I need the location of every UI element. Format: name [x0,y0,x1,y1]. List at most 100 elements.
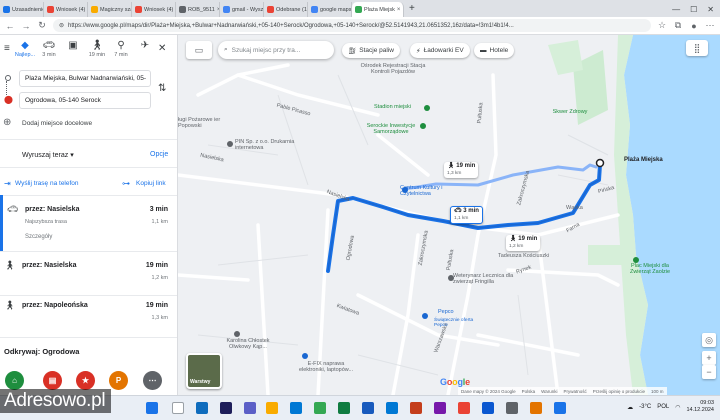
close-window-icon[interactable]: ✕ [707,5,714,14]
map-search-box[interactable]: ⌕ Szukaj miejsc przy tra... [218,41,334,59]
browser-tab[interactable]: Wniosek (4)× [132,2,176,17]
task-view-icon[interactable] [196,402,208,414]
explore-more-icon[interactable]: ⋯ [143,371,162,390]
poi-label[interactable]: PIN Sp. z o.o. Drukarnia internetowa [235,139,295,151]
explore-restaurants-icon[interactable]: ⌂ [5,371,24,390]
outlook-icon[interactable] [386,402,398,414]
depart-now-dropdown[interactable]: Wyruszaj teraz ▾ [22,151,74,159]
start-icon[interactable] [146,402,158,414]
new-tab-icon[interactable]: + [404,3,420,14]
poi-label[interactable]: Świątecznie oferta Pepco [434,318,474,328]
poi-label[interactable]: Ośrodek Rejestracji Stacja Kontroli Poja… [358,63,428,75]
minimize-icon[interactable]: — [672,5,680,14]
poi-label[interactable]: ługi Pożarowe ier Popowski [178,117,226,129]
poi-pin-icon[interactable] [302,353,308,359]
mode-car[interactable]: 🚗︎ 3 min [38,40,60,58]
options-link[interactable]: Opcje [150,151,168,158]
url-bar[interactable]: ⊜ https://www.google.pl/maps/dir/Plaża+M… [53,19,651,32]
eta-walk-callout[interactable]: 🚶︎ 19 min 1,3 km [444,162,479,178]
chip-gas-stations[interactable]: ⛽︎ Stacje paliw [342,43,400,58]
poi-label[interactable]: Plac Miejski dla Zwierząt Zaolzie [620,263,680,275]
mode-best[interactable]: ◆ Najlep... [14,40,36,58]
poi-label[interactable]: E-FIX naprawa elektroniki, laptopów... [296,361,356,373]
scale-label[interactable]: 100 m [651,389,664,394]
app-icon[interactable] [506,402,518,414]
wifi-icon[interactable]: ◠ [675,404,680,411]
chip-hotels[interactable]: ▬ Hotele [474,43,515,58]
shopping-bag-icon[interactable] [422,313,428,319]
copy-link[interactable]: Kopiuj link [136,180,166,187]
star-icon[interactable]: ☆ [657,20,667,31]
hamburger-menu-icon[interactable]: ≡ [4,43,10,54]
layers-button[interactable]: Warstwy [186,353,222,389]
route-option-3[interactable]: 🚶︎ przez: Napoleońska 19 min 1,3 km [0,295,177,339]
eta-car-callout[interactable]: 🚗︎ 3 min 1,1 km [450,206,483,224]
menu-icon[interactable]: ⋯ [705,20,715,31]
route-option-1[interactable]: 🚗︎ przez: Nasielska 3 min Najszybsza tra… [0,195,177,251]
profile-icon[interactable]: ● [689,21,699,31]
footer-country[interactable]: Polska [522,389,536,394]
origin-place-label[interactable]: Plaża Miejska [624,157,663,163]
browser-tab[interactable]: google maps× [308,2,352,17]
chip-ev-chargers[interactable]: ⚡︎ Ładowarki EV [410,43,470,58]
mode-walk[interactable]: 🚶︎ 19 min [86,40,108,58]
poi-label[interactable]: Stadion miejski [374,104,411,110]
app-icon[interactable] [530,402,542,414]
send-to-phone-link[interactable]: Wyślij trasę na telefon [15,180,79,187]
poi-pin-icon[interactable] [234,331,240,337]
explore-attractions-icon[interactable]: ★ [76,371,95,390]
add-stop-label[interactable]: Dodaj miejsce docelowe [22,120,92,127]
poi-label[interactable]: Centrum Kultury i Czytelnictwa [400,185,460,197]
mode-bike[interactable]: ⚲ 7 min [110,40,132,58]
chrome-icon[interactable] [314,402,326,414]
poi-label[interactable]: Serockie Inwestycje Samorządowe [356,123,426,135]
back-icon[interactable]: ← [5,21,15,31]
mode-plane[interactable]: ✈ [134,40,156,52]
swap-icon[interactable]: ⇅ [158,83,166,94]
footer-privacy[interactable]: Prywatność [563,389,586,394]
file-explorer-icon[interactable] [266,402,278,414]
poi-label[interactable]: Pepco [438,309,454,315]
browser-tab[interactable]: ROB_9511 × [176,2,220,17]
poi-label[interactable]: Skwer Zdrowy [550,109,590,115]
zoom-in-button[interactable]: + [702,351,716,365]
clock[interactable]: 09:03 14.12.2024 [686,400,714,414]
excel-icon[interactable] [338,402,350,414]
poi-label[interactable]: Weterynarz Lecznica dla zwierząt Fringil… [453,273,523,285]
destination-input[interactable]: Ogrodowa, 05-140 Serock [19,92,151,109]
origin-input[interactable]: Plaża Miejska, Bulwar Nadnarwiański, 05- [19,70,151,87]
tab-close-icon[interactable]: × [397,7,401,13]
route-option-2[interactable]: 🚶︎ przez: Nasielska 19 min 1,2 km [0,251,177,295]
explore-hotels-icon[interactable]: ▤ [43,371,62,390]
site-info-icon[interactable]: ⊜ [59,22,64,29]
word-icon[interactable] [362,402,374,414]
language-indicator[interactable]: POL [657,404,669,410]
powerpoint-icon[interactable] [410,402,422,414]
map-canvas[interactable]: ▭ ⌕ Szukaj miejsc przy tra... ⛽︎ Stacje p… [178,35,720,395]
my-location-icon[interactable]: ◎ [702,333,716,347]
add-stop-icon[interactable]: ⊕ [3,117,11,128]
browser-tab[interactable]: Wniosek (4)× [44,2,88,17]
browser-tab[interactable]: Uzasadnienie× [0,2,44,17]
footer-terms[interactable]: Warunki [541,389,557,394]
eta-walk-callout-2[interactable]: 🚶︎ 19 min 1,2 km [506,235,541,251]
reload-icon[interactable]: ↻ [37,20,47,31]
explore-parking-icon[interactable]: P [109,371,128,390]
browser-tab[interactable]: gmail - Wyszuk× [220,2,264,17]
browser-tab[interactable]: Magiczny szal× [88,2,132,17]
forward-icon[interactable]: → [21,21,31,31]
poi-label[interactable]: Karolina Chłostek Olwkowy Kąp... [218,338,278,350]
extensions-icon[interactable]: ⧉ [673,20,683,31]
weather-icon[interactable]: ☁ [627,404,633,411]
pdf-icon[interactable] [458,402,470,414]
collapse-panel-icon[interactable]: ▭ [186,41,212,59]
maximize-icon[interactable]: ☐ [690,5,697,14]
teams-icon[interactable] [244,402,256,414]
poi-pin-icon[interactable] [424,105,430,111]
apps-grid-icon[interactable]: ⣿ [686,40,708,56]
poi-pin-icon[interactable] [227,141,233,147]
browser-tab[interactable]: Plaża Miejsk × [352,2,404,17]
onenote-icon[interactable] [434,402,446,414]
browser-tab[interactable]: Odebrane (1)× [264,2,308,17]
details-link[interactable]: Szczegóły [25,234,52,240]
